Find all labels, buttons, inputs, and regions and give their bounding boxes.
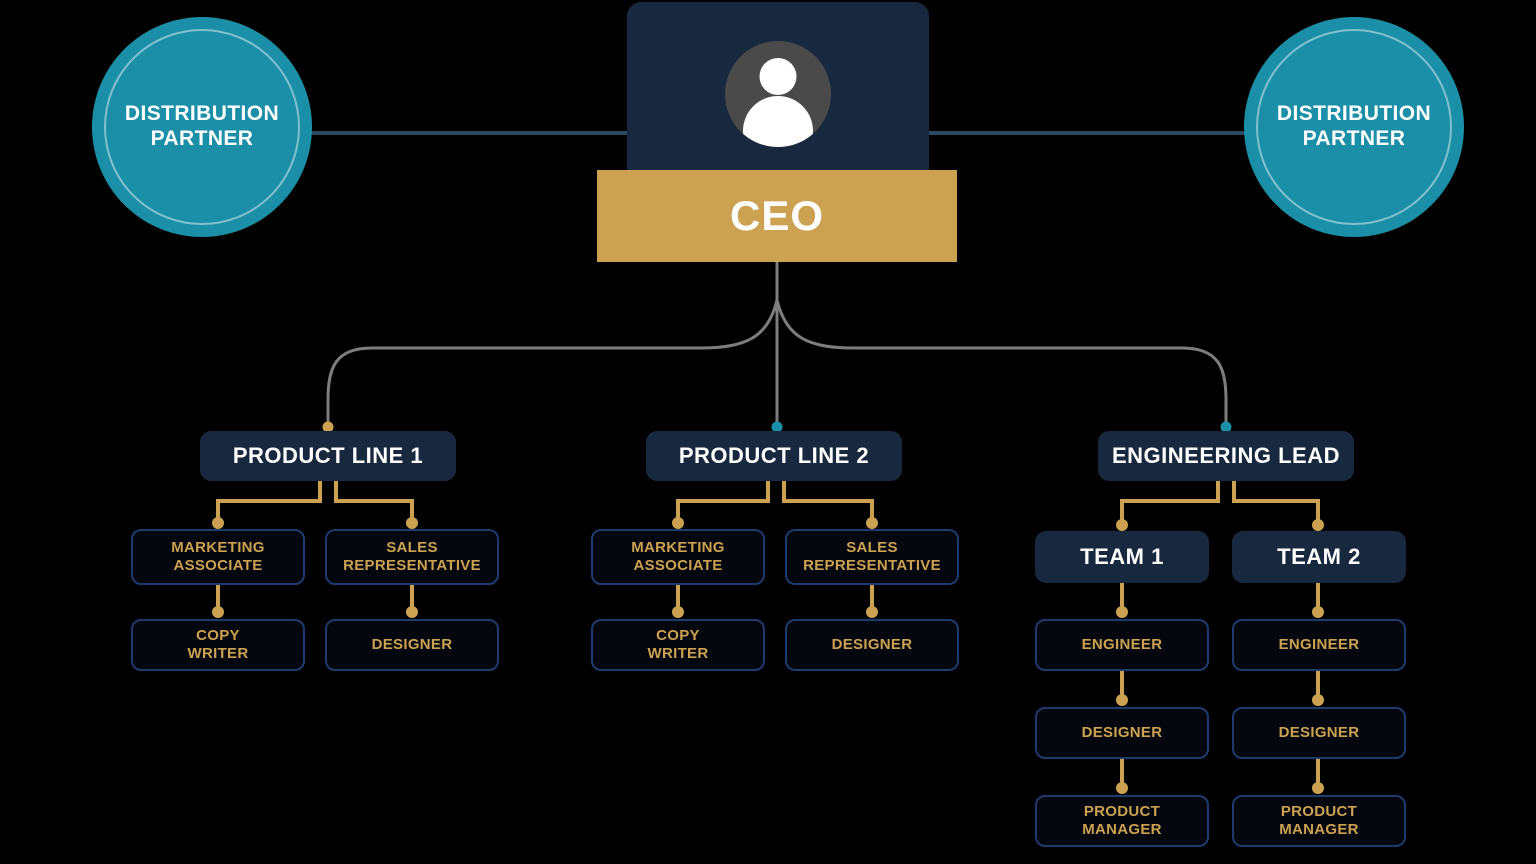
org-chart-canvas: DISTRIBUTION PARTNER DISTRIBUTION PARTNE… — [0, 0, 1536, 864]
wire-pl2-right — [782, 481, 874, 523]
node-engineer-team-1[interactable]: ENGINEER — [1035, 619, 1209, 671]
node-label: PRODUCT LINE 2 — [678, 443, 870, 468]
wire-dot-ds1 — [406, 606, 418, 618]
node-engineering-lead[interactable]: ENGINEERING LEAD — [1098, 431, 1354, 481]
wire-eng-right — [1232, 481, 1320, 525]
ceo-label: CEO — [729, 192, 824, 239]
node-label: TEAM 1 — [1080, 544, 1164, 569]
wire-dot-ma1 — [212, 517, 224, 529]
node-designer-team-2[interactable]: DESIGNER — [1232, 707, 1406, 759]
node-label: ENGINEERING LEAD — [1111, 443, 1341, 468]
wire-dot-e1 — [1116, 606, 1128, 618]
node-designer-2[interactable]: DESIGNER — [785, 619, 959, 671]
distribution-partner-right[interactable]: DISTRIBUTION PARTNER — [1244, 17, 1464, 237]
node-product-manager-team-2[interactable]: PRODUCT MANAGER — [1232, 795, 1406, 847]
node-label: PRODUCT LINE 1 — [232, 443, 424, 468]
wire-dot-team2 — [1312, 519, 1324, 531]
wire-dot-cw2 — [672, 606, 684, 618]
wire-dot-sr2 — [866, 517, 878, 529]
node-team-2[interactable]: TEAM 2 — [1232, 531, 1406, 583]
wire-pl1-left — [216, 481, 322, 523]
wire-pl1-right — [334, 481, 414, 523]
node-product-line-2[interactable]: PRODUCT LINE 2 — [646, 431, 902, 481]
distribution-partner-left-label: DISTRIBUTION PARTNER — [124, 102, 280, 150]
node-designer-team-1[interactable]: DESIGNER — [1035, 707, 1209, 759]
ceo-banner[interactable]: CEO — [597, 170, 957, 262]
node-marketing-associate-1[interactable]: MARKETING ASSOCIATE — [131, 529, 305, 585]
node-engineer-team-2[interactable]: ENGINEER — [1232, 619, 1406, 671]
avatar-head — [759, 58, 797, 95]
avatar-body — [743, 96, 813, 147]
node-copy-writer-2[interactable]: COPY WRITER — [591, 619, 765, 671]
wire-ceo-to-eng — [775, 299, 1228, 428]
wire-dot-cw1 — [212, 606, 224, 618]
wire-dot-e2 — [1312, 606, 1324, 618]
wire-dot-ds2 — [866, 606, 878, 618]
node-designer-1[interactable]: DESIGNER — [325, 619, 499, 671]
distribution-partner-right-label: DISTRIBUTION PARTNER — [1276, 102, 1432, 150]
node-copy-writer-1[interactable]: COPY WRITER — [131, 619, 305, 671]
wire-dot-d1 — [1116, 694, 1128, 706]
distribution-partner-left[interactable]: DISTRIBUTION PARTNER — [92, 17, 312, 237]
wire-dot-d2 — [1312, 694, 1324, 706]
wire-pl2-left — [676, 481, 770, 523]
node-product-line-1[interactable]: PRODUCT LINE 1 — [200, 431, 456, 481]
wire-dot-team1 — [1116, 519, 1128, 531]
node-team-1[interactable]: TEAM 1 — [1035, 531, 1209, 583]
wire-dot-sr1 — [406, 517, 418, 529]
wire-dot-ma2 — [672, 517, 684, 529]
node-product-manager-team-1[interactable]: PRODUCT MANAGER — [1035, 795, 1209, 847]
wire-ceo-to-pl1 — [326, 299, 779, 428]
node-label: TEAM 2 — [1277, 544, 1361, 569]
node-marketing-associate-2[interactable]: MARKETING ASSOCIATE — [591, 529, 765, 585]
wire-dot-pm2 — [1312, 782, 1324, 794]
wire-dot-pm1 — [1116, 782, 1128, 794]
person-avatar-icon — [725, 41, 831, 147]
node-sales-representative-2[interactable]: SALES REPRESENTATIVE — [785, 529, 959, 585]
ceo-card[interactable] — [627, 2, 929, 190]
node-sales-representative-1[interactable]: SALES REPRESENTATIVE — [325, 529, 499, 585]
wire-eng-left — [1120, 481, 1220, 525]
